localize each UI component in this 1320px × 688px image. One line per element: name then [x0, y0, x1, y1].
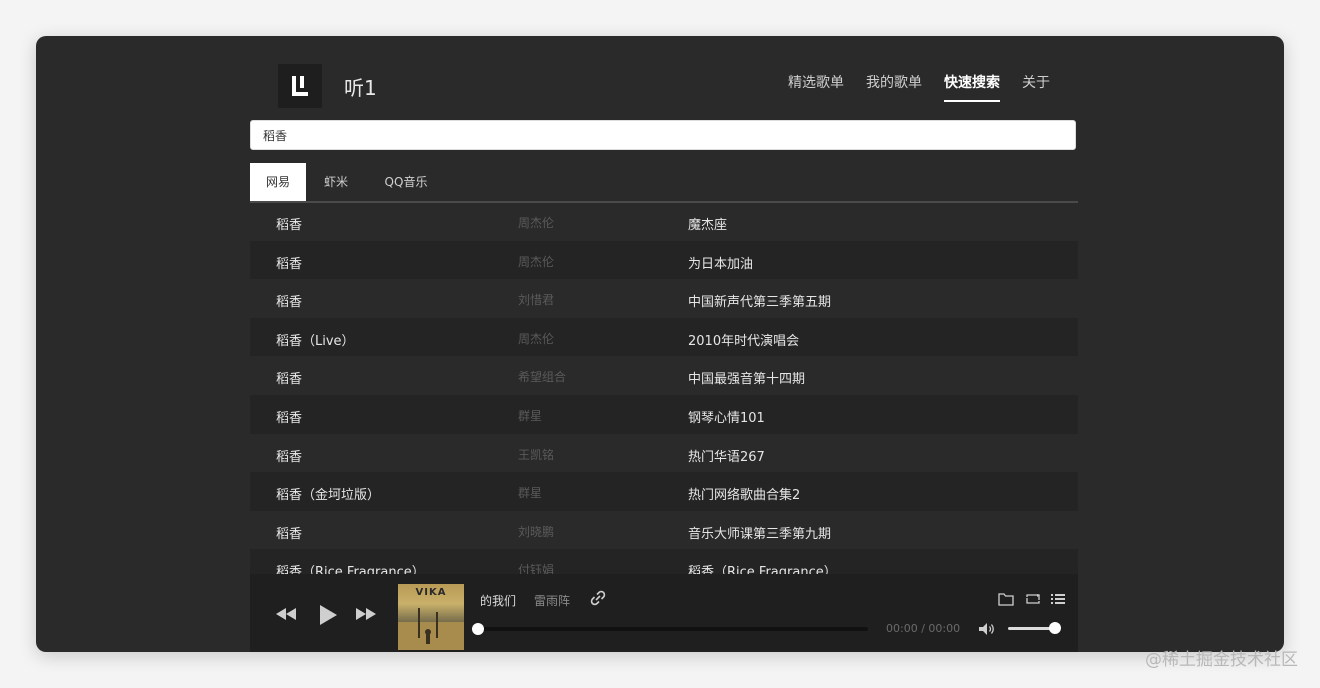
result-row[interactable]: 稻香 刘晓鹏 音乐大师课第三季第九期 — [250, 511, 1078, 550]
song-artist[interactable]: 王凯铭 — [518, 446, 554, 463]
song-album[interactable]: 中国新声代第三季第五期 — [688, 291, 831, 310]
song-title: 稻香（金坷垃版） — [276, 488, 381, 504]
volume-knob[interactable] — [1048, 622, 1061, 634]
track-artist[interactable]: 雷雨阵 — [534, 592, 570, 609]
result-row[interactable]: 稻香 刘惜君 中国新声代第三季第五期 — [250, 279, 1078, 318]
song-artist[interactable]: 周杰伦 — [518, 253, 554, 270]
song-artist[interactable]: 群星 — [518, 484, 542, 501]
link-icon[interactable] — [590, 590, 606, 606]
logo — [278, 64, 322, 108]
song-album[interactable]: 音乐大师课第三季第九期 — [688, 523, 831, 542]
result-row[interactable]: 稻香 希望组合 中国最强音第十四期 — [250, 356, 1078, 395]
tab-2[interactable]: QQ音乐 — [366, 163, 446, 201]
song-album[interactable]: 热门华语267 — [688, 446, 765, 465]
nav-item-2[interactable]: 快速搜索 — [944, 72, 1000, 102]
song-artist[interactable]: 周杰伦 — [518, 214, 554, 231]
album-cover-text: VIKA — [415, 587, 447, 598]
prev-icon[interactable] — [274, 606, 298, 622]
result-row[interactable]: 稻香（金坷垃版） 群星 热门网络歌曲合集2 — [250, 472, 1078, 511]
song-album[interactable]: 中国最强音第十四期 — [688, 368, 805, 387]
repeat-icon[interactable] — [1024, 592, 1042, 606]
song-artist[interactable]: 付钰娟 — [518, 561, 554, 574]
header: 听1 精选歌单 我的歌单 快速搜索 关于 — [250, 36, 1078, 120]
song-album[interactable]: 钢琴心情101 — [688, 407, 765, 426]
time-display: 00:00 / 00:00 — [886, 622, 961, 635]
result-row[interactable]: 稻香 周杰伦 魔杰座 — [250, 202, 1078, 241]
app-title: 听1 — [344, 76, 377, 100]
result-row[interactable]: 稻香 周杰伦 为日本加油 — [250, 240, 1078, 280]
app-window: 听1 精选歌单我的歌单快速搜索关于 网易虾米QQ音乐 稻香周杰伦魔杰座稻香周杰伦… — [36, 36, 1284, 652]
song-title: 稻香（Rice Fragrance） — [276, 565, 425, 574]
song-album[interactable]: 稻香（Rice Fragrance） — [688, 561, 837, 574]
source-tabs: 网易 虾米 QQ音乐 — [250, 163, 1078, 203]
song-artist[interactable]: 群星 — [518, 407, 542, 424]
song-artist[interactable]: 希望组合 — [518, 368, 566, 385]
song-title: 稻香 — [276, 449, 303, 465]
top-nav: 精选歌单 我的歌单 快速搜索 关于 — [788, 72, 1050, 102]
app-container: 听1 精选歌单我的歌单快速搜索关于 网易虾米QQ音乐 稻香周杰伦魔杰座稻香周杰伦… — [250, 36, 1078, 652]
album-cover-art — [398, 608, 464, 650]
song-album[interactable]: 热门网络歌曲合集2 — [688, 484, 800, 503]
nav-item-0[interactable]: 精选歌单 — [788, 72, 844, 102]
song-album[interactable]: 魔杰座 — [688, 214, 727, 233]
volume-icon[interactable] — [978, 622, 996, 636]
search-input[interactable] — [250, 120, 1076, 150]
tab-1[interactable]: 虾米 — [306, 163, 366, 201]
result-row[interactable]: 稻香（Live） 周杰伦 2010年时代演唱会 — [250, 317, 1078, 357]
progress-knob[interactable] — [472, 623, 484, 635]
song-album[interactable]: 为日本加油 — [688, 253, 753, 272]
volume-slider[interactable] — [1008, 622, 1061, 634]
track-title: 的我们 — [480, 594, 517, 608]
progress-bar[interactable] — [472, 623, 868, 635]
song-title: 稻香 — [276, 256, 303, 272]
nav-item-1[interactable]: 我的歌单 — [866, 72, 922, 102]
album-cover[interactable]: VIKA — [398, 584, 464, 650]
play-icon[interactable] — [318, 604, 338, 626]
song-title: 稻香 — [276, 218, 303, 233]
watermark: @稀土掘金技术社区 — [1145, 650, 1298, 670]
logo-icon — [292, 76, 308, 96]
tab-0[interactable]: 网易 — [250, 163, 306, 201]
song-title: 稻香 — [276, 410, 303, 426]
next-icon[interactable] — [354, 606, 378, 622]
song-title: 稻香 — [276, 526, 303, 542]
player-bar: VIKA 的我们 雷雨阵 00:00 / 00:00 — [250, 574, 1078, 652]
song-album[interactable]: 2010年时代演唱会 — [688, 330, 799, 349]
result-row[interactable]: 稻香 王凯铭 热门华语267 — [250, 434, 1078, 473]
song-artist[interactable]: 刘晓鹏 — [518, 523, 554, 540]
result-row[interactable]: 稻香（Rice Fragrance） 付钰娟 稻香（Rice Fragrance） — [250, 549, 1078, 574]
folder-icon[interactable] — [998, 592, 1014, 606]
song-title: 稻香 — [276, 295, 303, 311]
results-list: 稻香 周杰伦 魔杰座 稻香 周杰伦 为日本加油 稻香 刘惜君 中国新声代第三季第五期 稻香（Liv… — [250, 202, 1078, 574]
result-row[interactable]: 稻香 群星 钢琴心情101 — [250, 394, 1078, 434]
song-artist[interactable]: 刘惜君 — [518, 291, 554, 308]
song-title: 稻香 — [276, 372, 303, 388]
playlist-icon[interactable] — [1050, 592, 1066, 606]
nav-item-3[interactable]: 关于 — [1022, 72, 1050, 102]
song-title: 稻香（Live） — [276, 333, 355, 349]
song-artist[interactable]: 周杰伦 — [518, 330, 554, 347]
